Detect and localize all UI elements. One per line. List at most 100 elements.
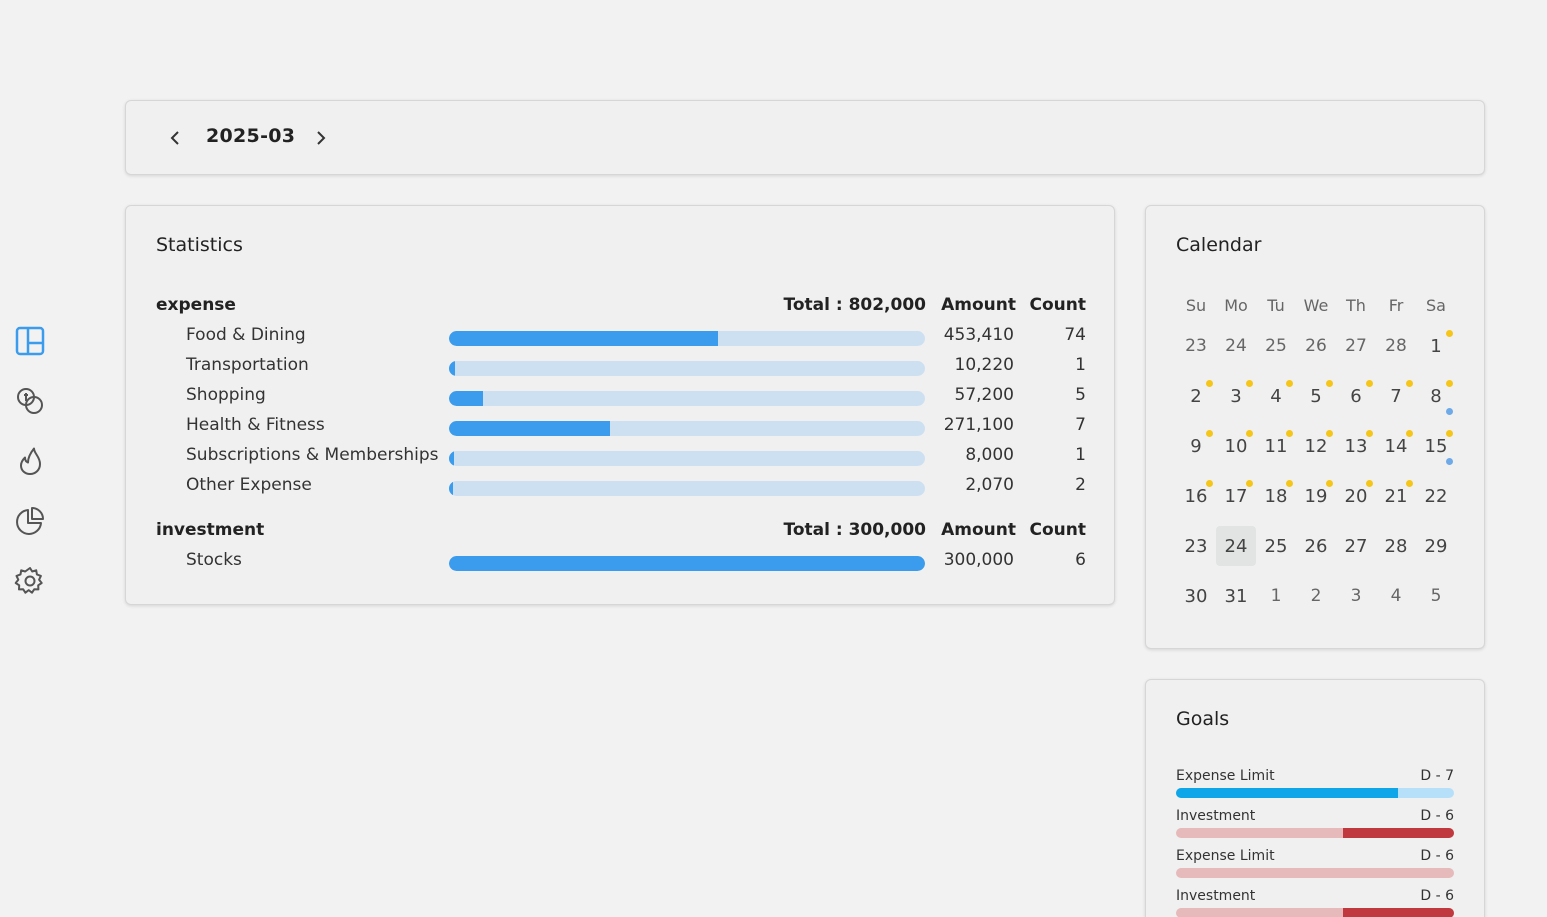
sidebar-item-goals[interactable] xyxy=(12,443,48,479)
calendar-day[interactable]: 3 xyxy=(1216,376,1256,416)
calendar-day[interactable]: 23 xyxy=(1176,326,1216,366)
calendar-day-number: 20 xyxy=(1344,485,1368,507)
goal-item[interactable]: Investment D - 6 xyxy=(1176,888,1454,917)
expense-dot xyxy=(1206,480,1213,487)
stat-row[interactable]: Subscriptions & Memberships 8,000 1 xyxy=(156,445,1086,471)
stat-row[interactable]: Food & Dining 453,410 74 xyxy=(156,325,1086,351)
calendar-day[interactable]: 28 xyxy=(1376,326,1416,366)
calendar-day[interactable]: 5 xyxy=(1416,576,1456,616)
calendar-day[interactable]: 12 xyxy=(1296,426,1336,466)
sidebar-item-settings[interactable] xyxy=(12,563,48,599)
calendar-day[interactable]: 25 xyxy=(1256,526,1296,566)
calendar-day[interactable]: 2 xyxy=(1296,576,1336,616)
calendar-day[interactable]: 6 xyxy=(1336,376,1376,416)
category-amount: 10,220 xyxy=(954,355,1014,375)
sidebar-item-dashboard[interactable] xyxy=(12,323,48,359)
expense-dot xyxy=(1246,380,1253,387)
stat-row[interactable]: Other Expense 2,070 2 xyxy=(156,475,1086,501)
pie-chart-icon xyxy=(16,507,44,535)
calendar-day[interactable]: 26 xyxy=(1296,326,1336,366)
goal-item[interactable]: Expense Limit D - 7 xyxy=(1176,768,1454,804)
category-count: 7 xyxy=(1075,415,1086,435)
weekday-label: Th xyxy=(1346,296,1366,315)
stat-row[interactable]: Transportation 10,220 1 xyxy=(156,355,1086,381)
calendar-day-number: 23 xyxy=(1185,336,1207,356)
calendar-day[interactable]: 21 xyxy=(1376,476,1416,516)
investment-dot xyxy=(1446,408,1453,415)
calendar-day[interactable]: 4 xyxy=(1376,576,1416,616)
progress-track xyxy=(449,421,925,436)
calendar-day[interactable]: 19 xyxy=(1296,476,1336,516)
calendar-day[interactable]: 27 xyxy=(1336,526,1376,566)
calendar-day[interactable]: 4 xyxy=(1256,376,1296,416)
statistics-title: Statistics xyxy=(156,234,243,256)
chevron-right-icon xyxy=(317,131,326,145)
calendar-day-number: 13 xyxy=(1344,435,1368,457)
calendar-title: Calendar xyxy=(1176,234,1262,256)
expense-dot xyxy=(1326,430,1333,437)
calendar-day[interactable]: 29 xyxy=(1416,526,1456,566)
calendar-day[interactable]: 27 xyxy=(1336,326,1376,366)
calendar-day[interactable]: 24 xyxy=(1216,326,1256,366)
calendar-day-number: 27 xyxy=(1344,535,1368,557)
calendar-day[interactable]: 14 xyxy=(1376,426,1416,466)
calendar-day[interactable]: 16 xyxy=(1176,476,1216,516)
calendar-day-today[interactable]: 24 xyxy=(1216,526,1256,566)
calendar-day[interactable]: 5 xyxy=(1296,376,1336,416)
calendar-day-number: 23 xyxy=(1184,535,1208,557)
stat-row[interactable]: Shopping 57,200 5 xyxy=(156,385,1086,411)
prev-month-button[interactable] xyxy=(162,123,190,153)
calendar-day[interactable]: 23 xyxy=(1176,526,1216,566)
calendar-day[interactable]: 3 xyxy=(1336,576,1376,616)
calendar-day[interactable]: 28 xyxy=(1376,526,1416,566)
calendar-day[interactable]: 11 xyxy=(1256,426,1296,466)
stat-row[interactable]: Health & Fitness 271,100 7 xyxy=(156,415,1086,441)
calendar-day-number: 19 xyxy=(1304,485,1328,507)
weekday-label: Tu xyxy=(1267,296,1285,315)
goal-label: Investment xyxy=(1176,888,1256,904)
calendar-day[interactable]: 18 xyxy=(1256,476,1296,516)
stat-row[interactable]: Stocks 300,000 6 xyxy=(156,550,1086,576)
progress-track xyxy=(449,481,925,496)
calendar-day[interactable]: 1 xyxy=(1416,326,1456,366)
calendar-day-number: 24 xyxy=(1225,336,1247,356)
category-amount: 453,410 xyxy=(943,325,1014,345)
calendar-day[interactable]: 9 xyxy=(1176,426,1216,466)
progress-fill xyxy=(449,451,454,466)
calendar-day[interactable]: 25 xyxy=(1256,326,1296,366)
sidebar-item-reports[interactable] xyxy=(12,503,48,539)
goal-item[interactable]: Investment D - 6 xyxy=(1176,808,1454,844)
category-amount: 2,070 xyxy=(965,475,1014,495)
category-name: Shopping xyxy=(186,385,266,405)
calendar-day-number: 6 xyxy=(1350,385,1362,407)
calendar-day[interactable]: 10 xyxy=(1216,426,1256,466)
statistics-panel: Statistics expense Total : 802,000 Amoun… xyxy=(125,205,1115,605)
calendar-day[interactable]: 26 xyxy=(1296,526,1336,566)
expense-dot xyxy=(1286,480,1293,487)
calendar-day-number: 17 xyxy=(1224,485,1248,507)
goal-progress-track xyxy=(1176,828,1454,838)
expense-dot xyxy=(1406,480,1413,487)
calendar-day[interactable]: 13 xyxy=(1336,426,1376,466)
calendar-day-number: 31 xyxy=(1224,585,1248,607)
calendar-day[interactable]: 31 xyxy=(1216,576,1256,616)
goal-item[interactable]: Expense Limit D - 6 xyxy=(1176,848,1454,884)
category-count: 6 xyxy=(1075,550,1086,570)
calendar-day[interactable]: 22 xyxy=(1416,476,1456,516)
sidebar-item-transactions[interactable] xyxy=(12,383,48,419)
expense-dot xyxy=(1366,430,1373,437)
calendar-day[interactable]: 8 xyxy=(1416,376,1456,416)
calendar-day[interactable]: 1 xyxy=(1256,576,1296,616)
calendar-day[interactable]: 30 xyxy=(1176,576,1216,616)
calendar-day[interactable]: 7 xyxy=(1376,376,1416,416)
goal-progress-track xyxy=(1176,868,1454,878)
calendar-day[interactable]: 17 xyxy=(1216,476,1256,516)
calendar-day[interactable]: 2 xyxy=(1176,376,1216,416)
goal-label: Expense Limit xyxy=(1176,768,1275,784)
progress-fill xyxy=(449,421,610,436)
calendar-day-number: 22 xyxy=(1424,485,1448,507)
calendar-day[interactable]: 15 xyxy=(1416,426,1456,466)
next-month-button[interactable] xyxy=(306,123,334,153)
calendar-day[interactable]: 20 xyxy=(1336,476,1376,516)
progress-track xyxy=(449,331,925,346)
